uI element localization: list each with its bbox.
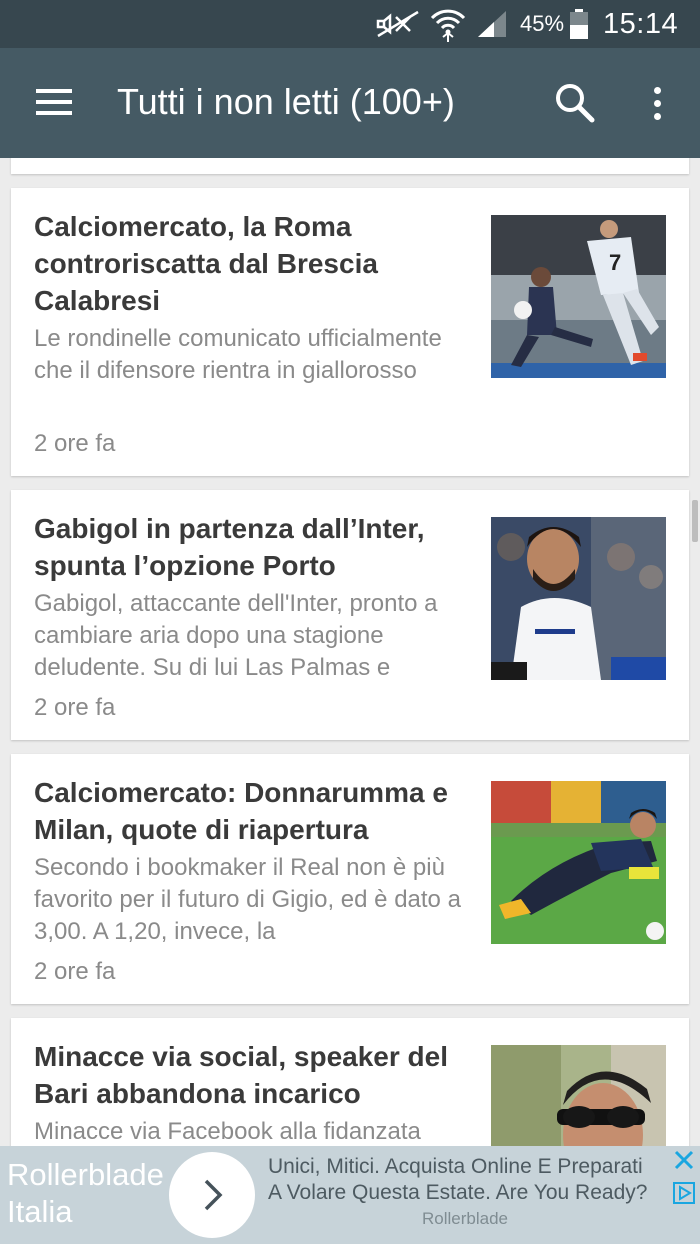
- search-icon[interactable]: [552, 80, 598, 126]
- article-headline: Calciomercato, la Roma controriscatta da…: [34, 211, 378, 316]
- status-bar: 45% 15:14: [0, 0, 700, 48]
- article-card[interactable]: Minacce via social, speaker del Bari abb…: [11, 1018, 689, 1146]
- article-snippet: Minacce via Facebook alla fidanzata: [34, 1118, 421, 1145]
- scrollbar-thumb[interactable]: [692, 500, 698, 542]
- ad-cta-button[interactable]: [169, 1152, 255, 1238]
- ad-text[interactable]: Unici, Mitici. Acquista Online E Prepara…: [268, 1154, 680, 1206]
- article-age: 2 ore fa: [34, 694, 116, 721]
- wifi-icon: [429, 0, 467, 48]
- ad-banner[interactable]: Rollerblade Italia Unici, Mitici. Acquis…: [0, 1146, 700, 1244]
- ad-brand-line: Rollerblade: [7, 1157, 164, 1192]
- article-age: 2 ore fa: [34, 958, 116, 985]
- page-title: Tutti i non letti (100+): [117, 81, 455, 122]
- article-age: 2 ore fa: [34, 430, 116, 457]
- article-headline: Calciomercato: Donnarumma e Milan, quote…: [34, 777, 448, 845]
- signal-icon: [476, 0, 510, 48]
- menu-icon[interactable]: [28, 76, 80, 128]
- article-headline: Minacce via social, speaker del Bari abb…: [34, 1041, 449, 1109]
- article-thumbnail: [491, 781, 666, 944]
- article-snippet: Le rondinelle comunicato ufficialmente c…: [34, 325, 442, 384]
- article-card-partial[interactable]: [11, 158, 689, 174]
- article-feed[interactable]: Calciomercato, la Roma controriscatta da…: [0, 158, 700, 1146]
- article-snippet: Secondo i bookmaker il Real non è più fa…: [34, 854, 461, 945]
- article-thumbnail: [491, 517, 666, 680]
- close-icon[interactable]: [673, 1149, 695, 1171]
- article-card[interactable]: Calciomercato, la Roma controriscatta da…: [11, 188, 689, 476]
- chevron-right-icon: [204, 1179, 223, 1211]
- article-snippet: Gabigol, attaccante dell'Inter, pronto a…: [34, 590, 438, 681]
- ad-brand: Rollerblade Italia: [7, 1156, 164, 1230]
- ad-text-line: A Volare Questa Estate. Are You Ready?: [268, 1181, 648, 1204]
- ad-brand-line: Italia: [7, 1194, 73, 1229]
- article-thumbnail: [491, 1045, 666, 1146]
- adchoices-icon[interactable]: [673, 1182, 695, 1204]
- ad-advertiser: Rollerblade: [422, 1209, 508, 1228]
- svg-text:7: 7: [609, 250, 621, 275]
- overflow-menu-icon[interactable]: [640, 78, 674, 128]
- ad-text-line: Unici, Mitici. Acquista Online E Prepara…: [268, 1155, 643, 1178]
- mute-icon: [374, 0, 422, 48]
- article-thumbnail: 7: [491, 215, 666, 378]
- article-card[interactable]: Gabigol in partenza dall’Inter, spunta l…: [11, 490, 689, 740]
- battery-icon: [568, 0, 590, 48]
- clock: 15:14: [603, 7, 679, 40]
- battery-percentage: 45%: [520, 11, 565, 36]
- app-bar: Tutti i non letti (100+): [0, 48, 700, 158]
- article-card[interactable]: Calciomercato: Donnarumma e Milan, quote…: [11, 754, 689, 1004]
- article-headline: Gabigol in partenza dall’Inter, spunta l…: [34, 513, 425, 581]
